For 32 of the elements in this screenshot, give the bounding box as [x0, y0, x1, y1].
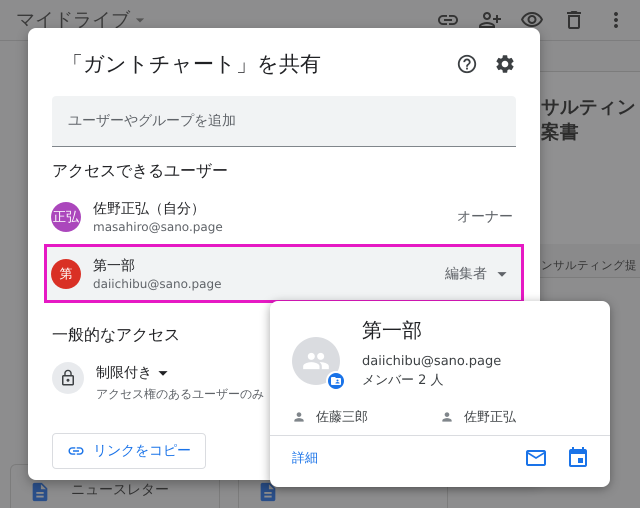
preview-text: 案書	[541, 120, 579, 144]
person-name: 第一部	[93, 256, 136, 274]
access-description: アクセス権のあるユーザーのみ	[96, 386, 264, 403]
settings-icon[interactable]	[494, 53, 516, 75]
person-name: 佐野正弘（自分）	[93, 200, 206, 218]
person-email: masahiro@sano.page	[93, 220, 223, 234]
member-name: 佐藤三郎	[316, 409, 368, 426]
avatar: 第	[51, 258, 81, 288]
avatar: 正弘	[51, 202, 81, 232]
lock-icon	[52, 362, 84, 394]
section-heading: アクセスできるユーザー	[52, 161, 228, 182]
group-name: 第一部	[362, 317, 423, 344]
dialog-title: 「ガントチャート」を共有	[62, 51, 321, 78]
file-name: ニュースレター	[71, 481, 169, 499]
add-people-field[interactable]: ユーザーやグループを追加	[52, 96, 516, 147]
person-row[interactable]: 第 第一部 daiichibu@sano.page 編集者	[44, 244, 524, 303]
member-name: 佐野正弘	[464, 409, 516, 426]
role-label: オーナー	[457, 208, 513, 226]
help-icon[interactable]	[456, 53, 478, 75]
member-count: メンバー 2 人	[362, 372, 445, 389]
calendar-icon[interactable]	[566, 446, 590, 470]
person-icon	[440, 410, 454, 424]
person-email: daiichibu@sano.page	[93, 276, 222, 290]
section-heading: 一般的なアクセス	[52, 325, 180, 346]
copy-link-button[interactable]: リンクをコピー	[52, 433, 206, 469]
group-email: daiichibu@sano.page	[362, 354, 502, 369]
file-name: ンサルティング提	[541, 258, 637, 273]
role-dropdown[interactable]: 編集者	[445, 262, 513, 284]
preview-text: サルティン	[541, 96, 636, 119]
person-icon	[292, 410, 306, 424]
details-link[interactable]: 詳細	[292, 449, 318, 467]
access-dropdown[interactable]: 制限付き	[96, 362, 264, 384]
